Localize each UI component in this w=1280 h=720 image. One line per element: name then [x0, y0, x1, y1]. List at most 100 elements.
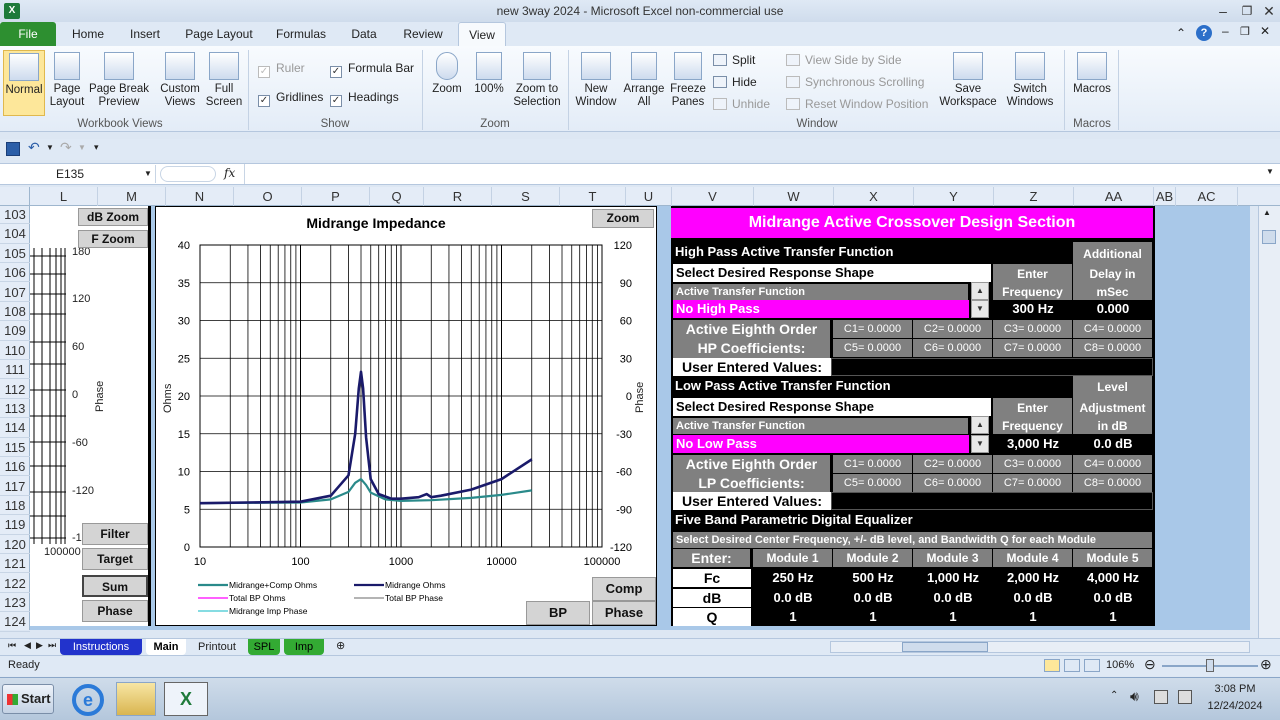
- row-header[interactable]: 108: [0, 303, 30, 322]
- page-break-preview-button[interactable]: Page Break Preview: [88, 52, 150, 109]
- workbook-minimize-icon[interactable]: –: [1222, 24, 1229, 38]
- row-header[interactable]: 109: [0, 322, 30, 341]
- scroll-thumb[interactable]: [1262, 230, 1276, 244]
- comp-button[interactable]: Comp: [592, 577, 656, 601]
- internet-explorer-icon[interactable]: e: [72, 684, 104, 716]
- prev-sheet-icon[interactable]: ◀: [24, 640, 31, 651]
- first-sheet-icon[interactable]: ⏮: [8, 640, 16, 651]
- show-hidden-icons[interactable]: ⌃: [1110, 690, 1118, 701]
- column-header[interactable]: N: [166, 187, 234, 206]
- hp-shape-select[interactable]: No High Pass: [673, 300, 969, 318]
- eq-q-value[interactable]: 1: [993, 608, 1073, 626]
- tab-review[interactable]: Review: [396, 22, 450, 46]
- row-header[interactable]: 113: [0, 400, 30, 419]
- lp-user-value-cells[interactable]: [831, 492, 1153, 510]
- column-header[interactable]: W: [754, 187, 834, 206]
- column-header[interactable]: Z: [994, 187, 1074, 206]
- row-header[interactable]: 106: [0, 264, 30, 283]
- sheet-tab[interactable]: SPL: [248, 639, 280, 655]
- macros-button[interactable]: Macros: [1068, 52, 1116, 96]
- reset-window-position-button[interactable]: Reset Window Position: [786, 95, 928, 113]
- lp-shape-select[interactable]: No Low Pass: [673, 435, 969, 453]
- formula-bar-checkbox[interactable]: ✓ Formula Bar: [330, 60, 414, 78]
- hp-frequency-value[interactable]: 300 Hz: [993, 300, 1073, 318]
- insert-sheet-icon[interactable]: ⊕: [336, 639, 345, 652]
- eq-fc-value[interactable]: 250 Hz: [753, 569, 833, 587]
- horizontal-scroll-thumb[interactable]: [902, 642, 988, 652]
- hide-button[interactable]: Hide: [713, 73, 757, 91]
- sheet-tab[interactable]: Instructions: [60, 639, 142, 655]
- select-all-corner[interactable]: [0, 187, 30, 206]
- column-header[interactable]: X: [834, 187, 914, 206]
- eq-db-value[interactable]: 0.0 dB: [1073, 589, 1153, 607]
- sheet-tab[interactable]: Printout: [190, 639, 244, 655]
- column-header[interactable]: Q: [370, 187, 424, 206]
- close-button[interactable]: ✕: [1258, 0, 1280, 22]
- f-zoom-button[interactable]: F Zoom: [78, 230, 148, 248]
- sheet-tab[interactable]: Main: [146, 639, 186, 655]
- scroll-up-icon[interactable]: ▲: [1263, 208, 1271, 217]
- zoom-button[interactable]: Zoom: [428, 52, 466, 96]
- target-button[interactable]: Target: [82, 548, 148, 570]
- zoom-100-button[interactable]: 100%: [470, 52, 508, 96]
- row-header[interactable]: 110: [0, 342, 30, 361]
- tab-page-layout[interactable]: Page Layout: [180, 22, 258, 46]
- row-header[interactable]: 123: [0, 594, 30, 613]
- zoom-chart-button[interactable]: Zoom: [592, 209, 654, 228]
- next-sheet-icon[interactable]: ▶: [36, 640, 43, 651]
- fx-icon[interactable]: fx: [224, 166, 235, 180]
- headings-checkbox[interactable]: ✓ Headings: [330, 89, 399, 107]
- excel-app-icon[interactable]: X: [4, 3, 20, 19]
- column-header[interactable]: T: [560, 187, 626, 206]
- sheet-tab[interactable]: Imp: [284, 639, 324, 655]
- minimize-ribbon-icon[interactable]: ⌃: [1176, 26, 1186, 40]
- tab-file[interactable]: File: [0, 22, 56, 46]
- column-header[interactable]: Y: [914, 187, 994, 206]
- hp-shape-down-icon[interactable]: ▼: [971, 300, 989, 318]
- excel-taskbar-icon[interactable]: X: [164, 682, 208, 716]
- gridlines-checkbox[interactable]: ✓ Gridlines: [258, 89, 323, 107]
- vertical-scrollbar[interactable]: ▲: [1258, 206, 1280, 638]
- filter-button[interactable]: Filter: [82, 523, 148, 545]
- row-header[interactable]: 119: [0, 516, 30, 535]
- column-header[interactable]: L: [30, 187, 98, 206]
- zoom-level[interactable]: 106%: [1106, 659, 1134, 671]
- save-workspace-button[interactable]: Save Workspace: [938, 52, 998, 109]
- normal-view-button[interactable]: Normal: [3, 50, 45, 116]
- eq-q-value[interactable]: 1: [913, 608, 993, 626]
- sum-button[interactable]: Sum: [82, 575, 148, 597]
- db-zoom-button[interactable]: dB Zoom: [78, 208, 148, 226]
- lp-shape-up-icon[interactable]: ▲: [971, 416, 989, 434]
- eq-fc-value[interactable]: 500 Hz: [833, 569, 913, 587]
- column-header[interactable]: M: [98, 187, 166, 206]
- row-header[interactable]: 116: [0, 458, 30, 477]
- lp-level-value[interactable]: 0.0 dB: [1073, 435, 1153, 453]
- undo-dropdown-icon[interactable]: ▼: [46, 143, 54, 152]
- column-header[interactable]: S: [492, 187, 560, 206]
- zoom-to-selection-button[interactable]: Zoom to Selection: [510, 52, 564, 109]
- network-icon[interactable]: [1154, 690, 1168, 704]
- file-explorer-icon[interactable]: [116, 682, 156, 716]
- sheet-grid[interactable]: 180 120 60 0 -60 -120 -1 100000 Phase dB…: [30, 206, 1250, 630]
- row-header[interactable]: 104: [0, 225, 30, 244]
- row-header[interactable]: 107: [0, 284, 30, 302]
- clock-time[interactable]: 3:08 PM: [1200, 683, 1270, 695]
- view-side-by-side-button[interactable]: View Side by Side: [786, 51, 902, 69]
- freeze-panes-button[interactable]: Freeze Panes: [667, 52, 709, 109]
- page-layout-status-icon[interactable]: [1064, 659, 1080, 672]
- hp-user-value-cells[interactable]: [831, 358, 1153, 376]
- undo-icon[interactable]: ↶: [28, 139, 40, 156]
- clock-date[interactable]: 12/24/2024: [1200, 700, 1270, 712]
- row-header[interactable]: 103: [0, 206, 30, 225]
- last-sheet-icon[interactable]: ⏭: [48, 640, 56, 651]
- new-window-button[interactable]: New Window: [572, 52, 620, 109]
- eq-db-value[interactable]: 0.0 dB: [753, 589, 833, 607]
- expand-formula-bar-icon[interactable]: ▼: [1266, 167, 1274, 176]
- eq-db-value[interactable]: 0.0 dB: [833, 589, 913, 607]
- phase-chart-button[interactable]: Phase: [592, 601, 656, 625]
- action-center-icon[interactable]: [1178, 690, 1192, 704]
- workbook-close-icon[interactable]: ✕: [1260, 24, 1270, 38]
- redo-icon[interactable]: ↷: [60, 139, 72, 156]
- row-header[interactable]: 121: [0, 555, 30, 574]
- normal-view-status-icon[interactable]: [1044, 659, 1060, 672]
